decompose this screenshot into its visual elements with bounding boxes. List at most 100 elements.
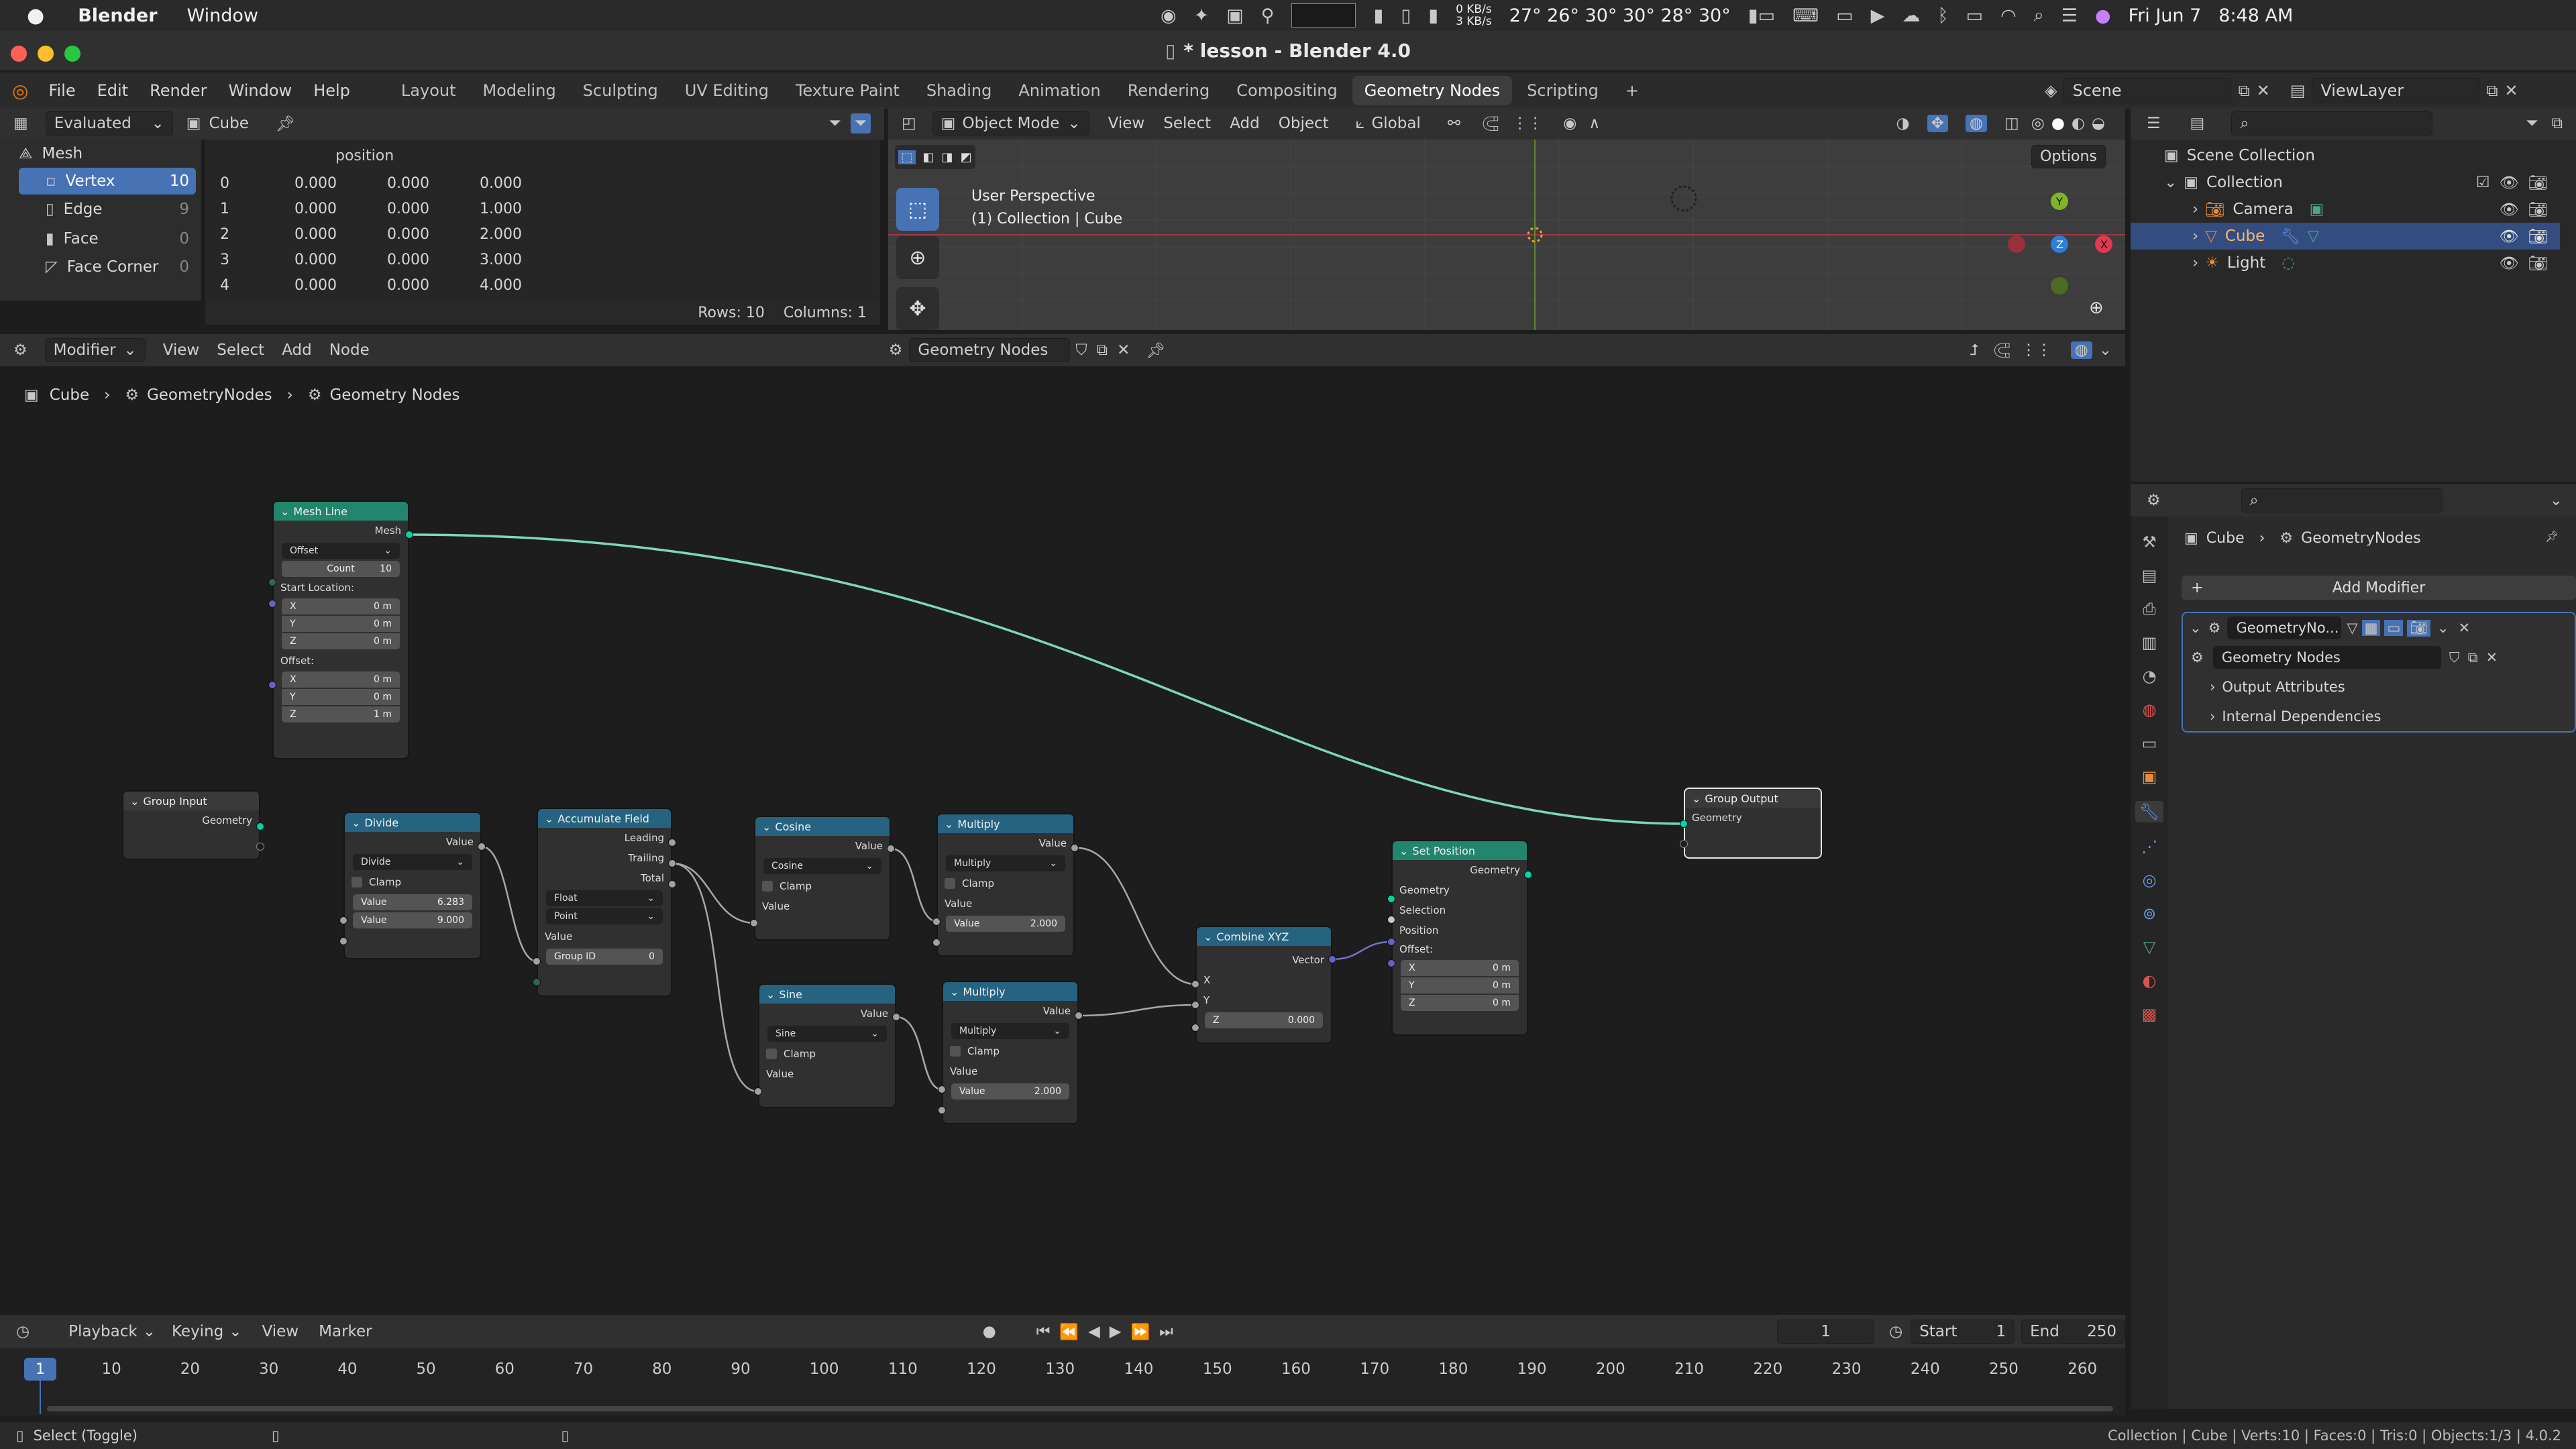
node-combine-xyz[interactable]: ⌄ Combine XYZ Vector X Y Z 0.000 — [1195, 926, 1332, 1044]
menu-help[interactable]: Help — [303, 81, 361, 100]
material-tab-icon[interactable]: ◐ — [2143, 971, 2157, 990]
remove-scene-icon[interactable]: ✕ — [2257, 81, 2270, 100]
render-tab-icon[interactable]: ▤ — [2142, 566, 2157, 585]
tab-layout[interactable]: Layout — [389, 76, 468, 105]
menu-edit[interactable]: Edit — [87, 81, 139, 100]
shading-solid-icon[interactable]: ● — [2051, 115, 2065, 132]
node-overlay-icon[interactable]: ◍ — [2070, 341, 2092, 359]
socket-multiply1-in2[interactable] — [932, 938, 941, 947]
tool-tab-icon[interactable]: ⚒︎ — [2142, 533, 2157, 551]
operation-dropdown[interactable]: Multiply ⌄ — [946, 855, 1065, 871]
collapse-icon[interactable]: ⌄ — [545, 812, 553, 825]
remove-modifier-icon[interactable]: ✕ — [2459, 620, 2471, 636]
operation-dropdown[interactable]: Sine ⌄ — [767, 1026, 887, 1042]
xray-icon[interactable]: ◫ — [2004, 115, 2019, 132]
value2-field[interactable]: Value 9.000 — [353, 912, 472, 928]
node-tree-type-icon[interactable]: ⚙︎ — [889, 341, 903, 359]
zoom-icon[interactable]: ⊕ — [2089, 298, 2104, 318]
node-header[interactable]: ⌄ Accumulate Field — [538, 809, 671, 828]
viewport-toggle-icon[interactable]: ▭ — [2384, 620, 2404, 636]
node-header[interactable]: ⌄ Divide — [345, 813, 480, 832]
display-icon[interactable]: ▭ — [1836, 5, 1854, 26]
socket-output-geometry-in[interactable] — [1680, 820, 1688, 828]
zoom-window-button[interactable] — [64, 46, 80, 62]
filter-icon[interactable]: ⏷ — [828, 115, 841, 132]
mesh-row[interactable]: ⟁ Mesh — [0, 140, 201, 168]
socket-count-in[interactable] — [268, 578, 276, 586]
socket-multiply2-in1[interactable] — [938, 1085, 946, 1093]
offset-x-field[interactable]: X0 m — [1401, 960, 1519, 976]
tab-rendering[interactable]: Rendering — [1116, 76, 1222, 105]
mac-app-name[interactable]: Blender — [78, 5, 157, 26]
expand-icon[interactable]: › — [2192, 227, 2198, 245]
socket-trailing-out[interactable] — [668, 859, 676, 867]
modifier-wrench-icon[interactable]: 🔧︎ — [2281, 227, 2300, 246]
offset-y-field[interactable]: Y0 m — [282, 689, 400, 705]
expand-icon[interactable]: › — [2192, 201, 2198, 218]
output-attributes-section[interactable]: › Output Attributes — [2183, 672, 2575, 702]
control-center-icon[interactable]: ☰ — [2061, 5, 2078, 26]
socket-multiply2-out[interactable] — [1075, 1012, 1083, 1020]
menu-render[interactable]: Render — [139, 81, 217, 100]
node-multiply-cosine[interactable]: ⌄ Multiply Value Multiply ⌄ Clamp Value Va… — [936, 813, 1075, 957]
clamp-checkbox[interactable]: Clamp — [759, 1044, 895, 1064]
visibility-eye-icon[interactable]: 👁︎ — [2500, 174, 2519, 192]
modifier-node-tree-selector[interactable]: Geometry Nodes — [2212, 646, 2441, 669]
socket-offset-in[interactable] — [268, 681, 276, 689]
collapse-icon[interactable]: ⌄ — [950, 985, 959, 998]
viewport-canvas[interactable]: Y Z X ⬚ ◧ ◨ ◩ Options ⬚ ⊕ ✥ User Perspectiv… — [888, 140, 2125, 330]
mac-menu-window[interactable]: Window — [187, 5, 258, 26]
evaluation-mode-dropdown[interactable]: Evaluated ⌄ — [45, 111, 173, 136]
value1-field[interactable]: Value 6.283 — [353, 894, 472, 910]
socket-combine-y-in[interactable] — [1191, 1001, 1199, 1009]
duplicate-tree-icon[interactable]: ⧉ — [1097, 341, 1108, 359]
count-field[interactable]: Count 10 — [282, 561, 400, 577]
socket-groupid-in[interactable] — [533, 978, 541, 986]
viewport-menu-object[interactable]: Object — [1279, 115, 1329, 132]
end-frame-field[interactable]: End 250 — [2021, 1320, 2125, 1344]
unlink-tree-icon[interactable]: ✕ — [1117, 341, 1130, 359]
collapse-icon[interactable]: ⌄ — [352, 816, 360, 829]
internal-dependencies-section[interactable]: › Internal Dependencies — [2183, 702, 2575, 731]
operation-dropdown[interactable]: Cosine ⌄ — [763, 858, 881, 874]
timeline-area[interactable] — [0, 1348, 2125, 1415]
socket-start-in[interactable] — [268, 600, 276, 608]
outliner-editor-icon[interactable]: ☰ — [2147, 115, 2161, 132]
socket-setpos-geometry-out[interactable] — [1524, 871, 1532, 879]
add-modifier-button[interactable]: + Add Modifier — [2182, 576, 2576, 600]
viewport-options-button[interactable]: Options — [2031, 145, 2106, 168]
orientation-dropdown[interactable]: Global — [1371, 115, 1420, 132]
expand-icon[interactable]: › — [2192, 254, 2198, 272]
select-tool-button[interactable]: ⬚ — [896, 188, 939, 231]
new-scene-icon[interactable]: ⧉ — [2238, 81, 2249, 100]
collapse-icon[interactable]: ⌄ — [762, 820, 771, 833]
jump-keyframe-forward-icon[interactable]: ⏩ — [1130, 1323, 1150, 1341]
socket-combine-x-in[interactable] — [1191, 980, 1199, 988]
keyboard-icon[interactable]: ⌨ — [1792, 5, 1819, 26]
node-accumulate-field[interactable]: ⌄ Accumulate Field Leading Trailing Total… — [537, 808, 672, 997]
socket-multiply1-out[interactable] — [1071, 844, 1079, 852]
modifier-name-field[interactable]: GeometryNo... — [2227, 616, 2342, 639]
clamp-checkbox[interactable]: Clamp — [938, 873, 1073, 894]
node-snap-icon[interactable]: 🧲︎ — [1992, 341, 2011, 360]
gizmo-neg-x-axis[interactable] — [2008, 235, 2025, 253]
status-icon[interactable]: ▯ — [1401, 5, 1411, 26]
node-mesh-line[interactable]: ⌄ Mesh Line Mesh Offset ⌄ Count 10 Start Lo… — [272, 500, 409, 759]
node-overlay-dropdown-icon[interactable]: ⌄ — [2099, 341, 2112, 359]
shading-wireframe-icon[interactable]: ◎ — [2031, 115, 2045, 132]
scene-tab-icon[interactable]: ◔ — [2143, 667, 2157, 686]
scene-icon[interactable]: ◈ — [2045, 81, 2057, 100]
status-icon[interactable]: ▣ — [1226, 5, 1244, 26]
fake-user-icon[interactable]: ⛉ — [1075, 341, 1087, 359]
new-collection-icon[interactable]: ⧉ — [2552, 115, 2563, 132]
socket-divide-in2[interactable] — [339, 937, 347, 945]
wifi-icon[interactable]: ◠ — [2000, 5, 2017, 26]
domain-face[interactable]: ▮ Face 0 — [19, 224, 201, 254]
play-icon[interactable]: ▶ — [1110, 1323, 1122, 1340]
status-icon[interactable]: ▮ — [1373, 5, 1383, 26]
marker-menu[interactable]: Marker — [319, 1323, 372, 1340]
modifier-menu-icon[interactable]: ⌄ — [2437, 620, 2449, 636]
start-z-field[interactable]: Z0 m — [282, 633, 400, 649]
node-menu-node[interactable]: Node — [329, 341, 370, 359]
tab-texture-paint[interactable]: Texture Paint — [784, 76, 912, 105]
